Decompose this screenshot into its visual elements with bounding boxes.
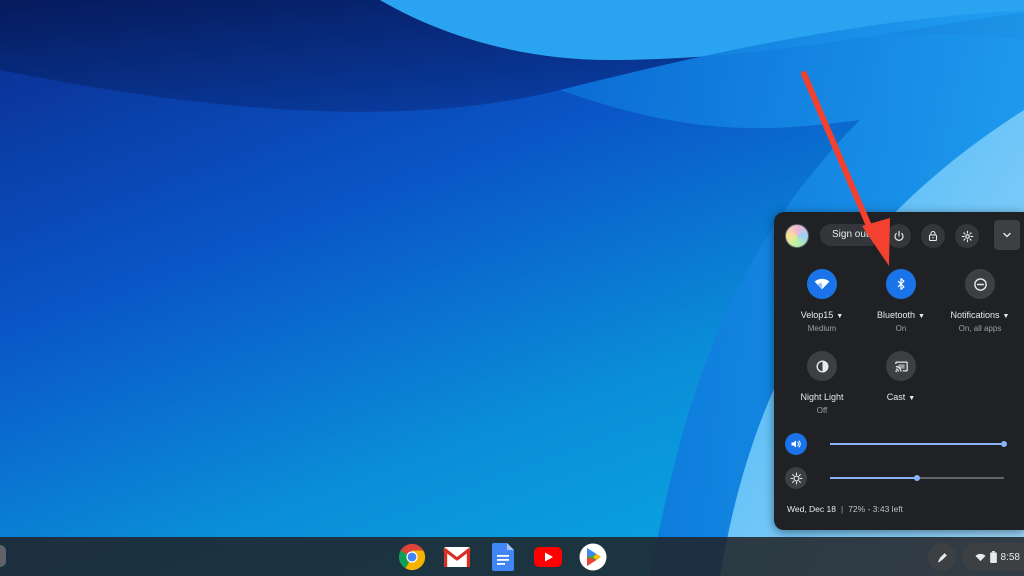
stylus-icon <box>937 552 947 562</box>
volume-slider-thumb[interactable] <box>1001 441 1007 447</box>
brightness-slider[interactable] <box>830 475 1004 481</box>
night-light-tile[interactable]: Night Light Off <box>782 351 862 415</box>
wifi-status-icon <box>974 553 986 561</box>
brightness-slider-thumb[interactable] <box>914 475 920 481</box>
night-light-status: Off <box>816 406 828 415</box>
clock: 8:58 <box>1000 551 1020 563</box>
caret-down-icon: ▼ <box>918 313 925 320</box>
volume-icon <box>791 440 801 448</box>
cast-label: Cast <box>886 392 906 402</box>
docs-icon <box>492 543 514 571</box>
chrome-icon <box>398 543 426 571</box>
volume-slider[interactable] <box>830 441 1007 447</box>
night-light-toggle[interactable] <box>807 351 837 381</box>
status-area[interactable]: 8:58 <box>962 543 1024 571</box>
bluetooth-toggle[interactable] <box>886 269 916 299</box>
shelf-app-gmail[interactable] <box>442 542 472 572</box>
cast-toggle[interactable] <box>886 351 916 381</box>
power-button[interactable] <box>887 224 911 248</box>
settings-button[interactable] <box>955 224 979 248</box>
youtube-icon <box>534 547 562 567</box>
footer-divider: | <box>840 504 844 514</box>
bluetooth-icon <box>897 278 905 290</box>
notifications-label: Notifications <box>950 310 1000 320</box>
sign-out-button[interactable]: Sign out <box>820 224 881 246</box>
launcher-button[interactable] <box>0 545 6 567</box>
chevron-down-icon <box>1003 232 1011 238</box>
caret-down-icon: ▼ <box>908 395 916 402</box>
battery-icon <box>989 551 997 563</box>
quick-settings-panel: Sign out Velop15 ▼ Medium Bluetooth ▼ On… <box>774 212 1024 530</box>
bluetooth-label: Bluetooth <box>877 310 916 320</box>
brightness-slider-row <box>785 467 1015 489</box>
gmail-icon <box>443 547 471 567</box>
volume-slider-row <box>785 433 1015 455</box>
battery-status: 72% - 3:43 left <box>848 504 904 514</box>
caret-down-icon: ▼ <box>1002 313 1010 320</box>
wifi-tile[interactable]: Velop15 ▼ Medium <box>782 269 862 333</box>
brightness-fill <box>830 477 917 479</box>
wifi-label: Velop15 <box>800 310 834 320</box>
volume-mute-button[interactable] <box>785 433 807 455</box>
shelf-app-youtube[interactable] <box>533 542 563 572</box>
quick-settings-footer: Wed, Dec 18 | 72% - 3:43 left <box>787 504 903 514</box>
quick-settings-header: Sign out <box>774 212 1024 258</box>
lock-icon <box>928 230 938 242</box>
wifi-toggle[interactable] <box>807 269 837 299</box>
wifi-status: Medium <box>807 324 837 333</box>
shelf-app-chrome[interactable] <box>397 542 427 572</box>
caret-down-icon: ▼ <box>836 313 844 320</box>
volume-fill <box>830 443 1004 445</box>
gear-icon <box>961 230 973 242</box>
shelf-app-play-store[interactable] <box>578 542 608 572</box>
collapse-button[interactable] <box>994 220 1020 250</box>
brightness-icon <box>790 472 802 484</box>
bluetooth-status: On <box>895 324 907 333</box>
notifications-toggle[interactable] <box>965 269 995 299</box>
notifications-status: On, all apps <box>958 324 1002 333</box>
shelf: 8:58 <box>0 537 1024 576</box>
lock-button[interactable] <box>921 224 945 248</box>
shelf-app-docs[interactable] <box>488 542 518 572</box>
stylus-tools-button[interactable] <box>928 543 956 571</box>
night-light-label: Night Light <box>800 392 844 402</box>
avatar[interactable] <box>785 224 809 248</box>
bluetooth-tile[interactable]: Bluetooth ▼ On <box>861 269 941 333</box>
date-label[interactable]: Wed, Dec 18 <box>787 504 836 514</box>
cast-icon <box>894 361 908 372</box>
cast-tile[interactable]: Cast ▼ <box>861 351 941 402</box>
night-light-icon <box>816 360 828 372</box>
notifications-tile[interactable]: Notifications ▼ On, all apps <box>940 269 1020 333</box>
wifi-icon <box>814 278 830 290</box>
power-icon <box>894 230 904 241</box>
play-store-icon <box>579 543 607 571</box>
desktop: Sign out Velop15 ▼ Medium Bluetooth ▼ On… <box>0 0 1024 576</box>
brightness-button[interactable] <box>785 467 807 489</box>
do-not-disturb-icon <box>973 277 987 291</box>
